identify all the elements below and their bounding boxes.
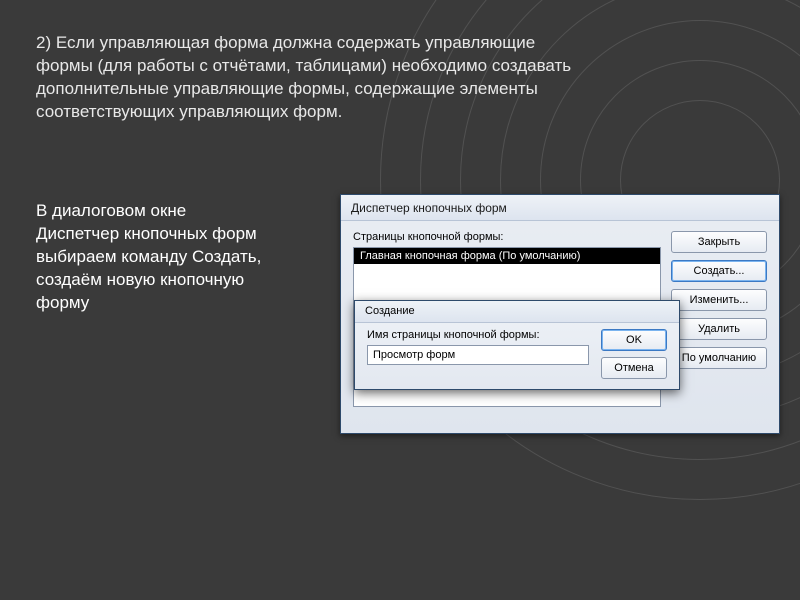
name-label: Имя страницы кнопочной формы:	[367, 329, 589, 341]
edit-button[interactable]: Изменить...	[671, 289, 767, 311]
page-name-input[interactable]	[367, 345, 589, 365]
slide-body-text: 2) Если управляющая форма должна содержа…	[36, 32, 596, 124]
create-dialog: Создание Имя страницы кнопочной формы: O…	[354, 300, 680, 390]
cancel-button[interactable]: Отмена	[601, 357, 667, 379]
close-button[interactable]: Закрыть	[671, 231, 767, 253]
create-button[interactable]: Создать...	[671, 260, 767, 282]
list-item[interactable]: Главная кнопочная форма (По умолчанию)	[354, 248, 660, 264]
ok-button[interactable]: OK	[601, 329, 667, 351]
default-button[interactable]: По умолчанию	[671, 347, 767, 369]
dialog-title: Создание	[355, 301, 679, 323]
delete-button[interactable]: Удалить	[671, 318, 767, 340]
window-title: Диспетчер кнопочных форм	[341, 195, 779, 221]
slide-side-text: В диалоговом окне Диспетчер кнопочных фо…	[36, 200, 266, 315]
list-label: Страницы кнопочной формы:	[353, 231, 661, 243]
